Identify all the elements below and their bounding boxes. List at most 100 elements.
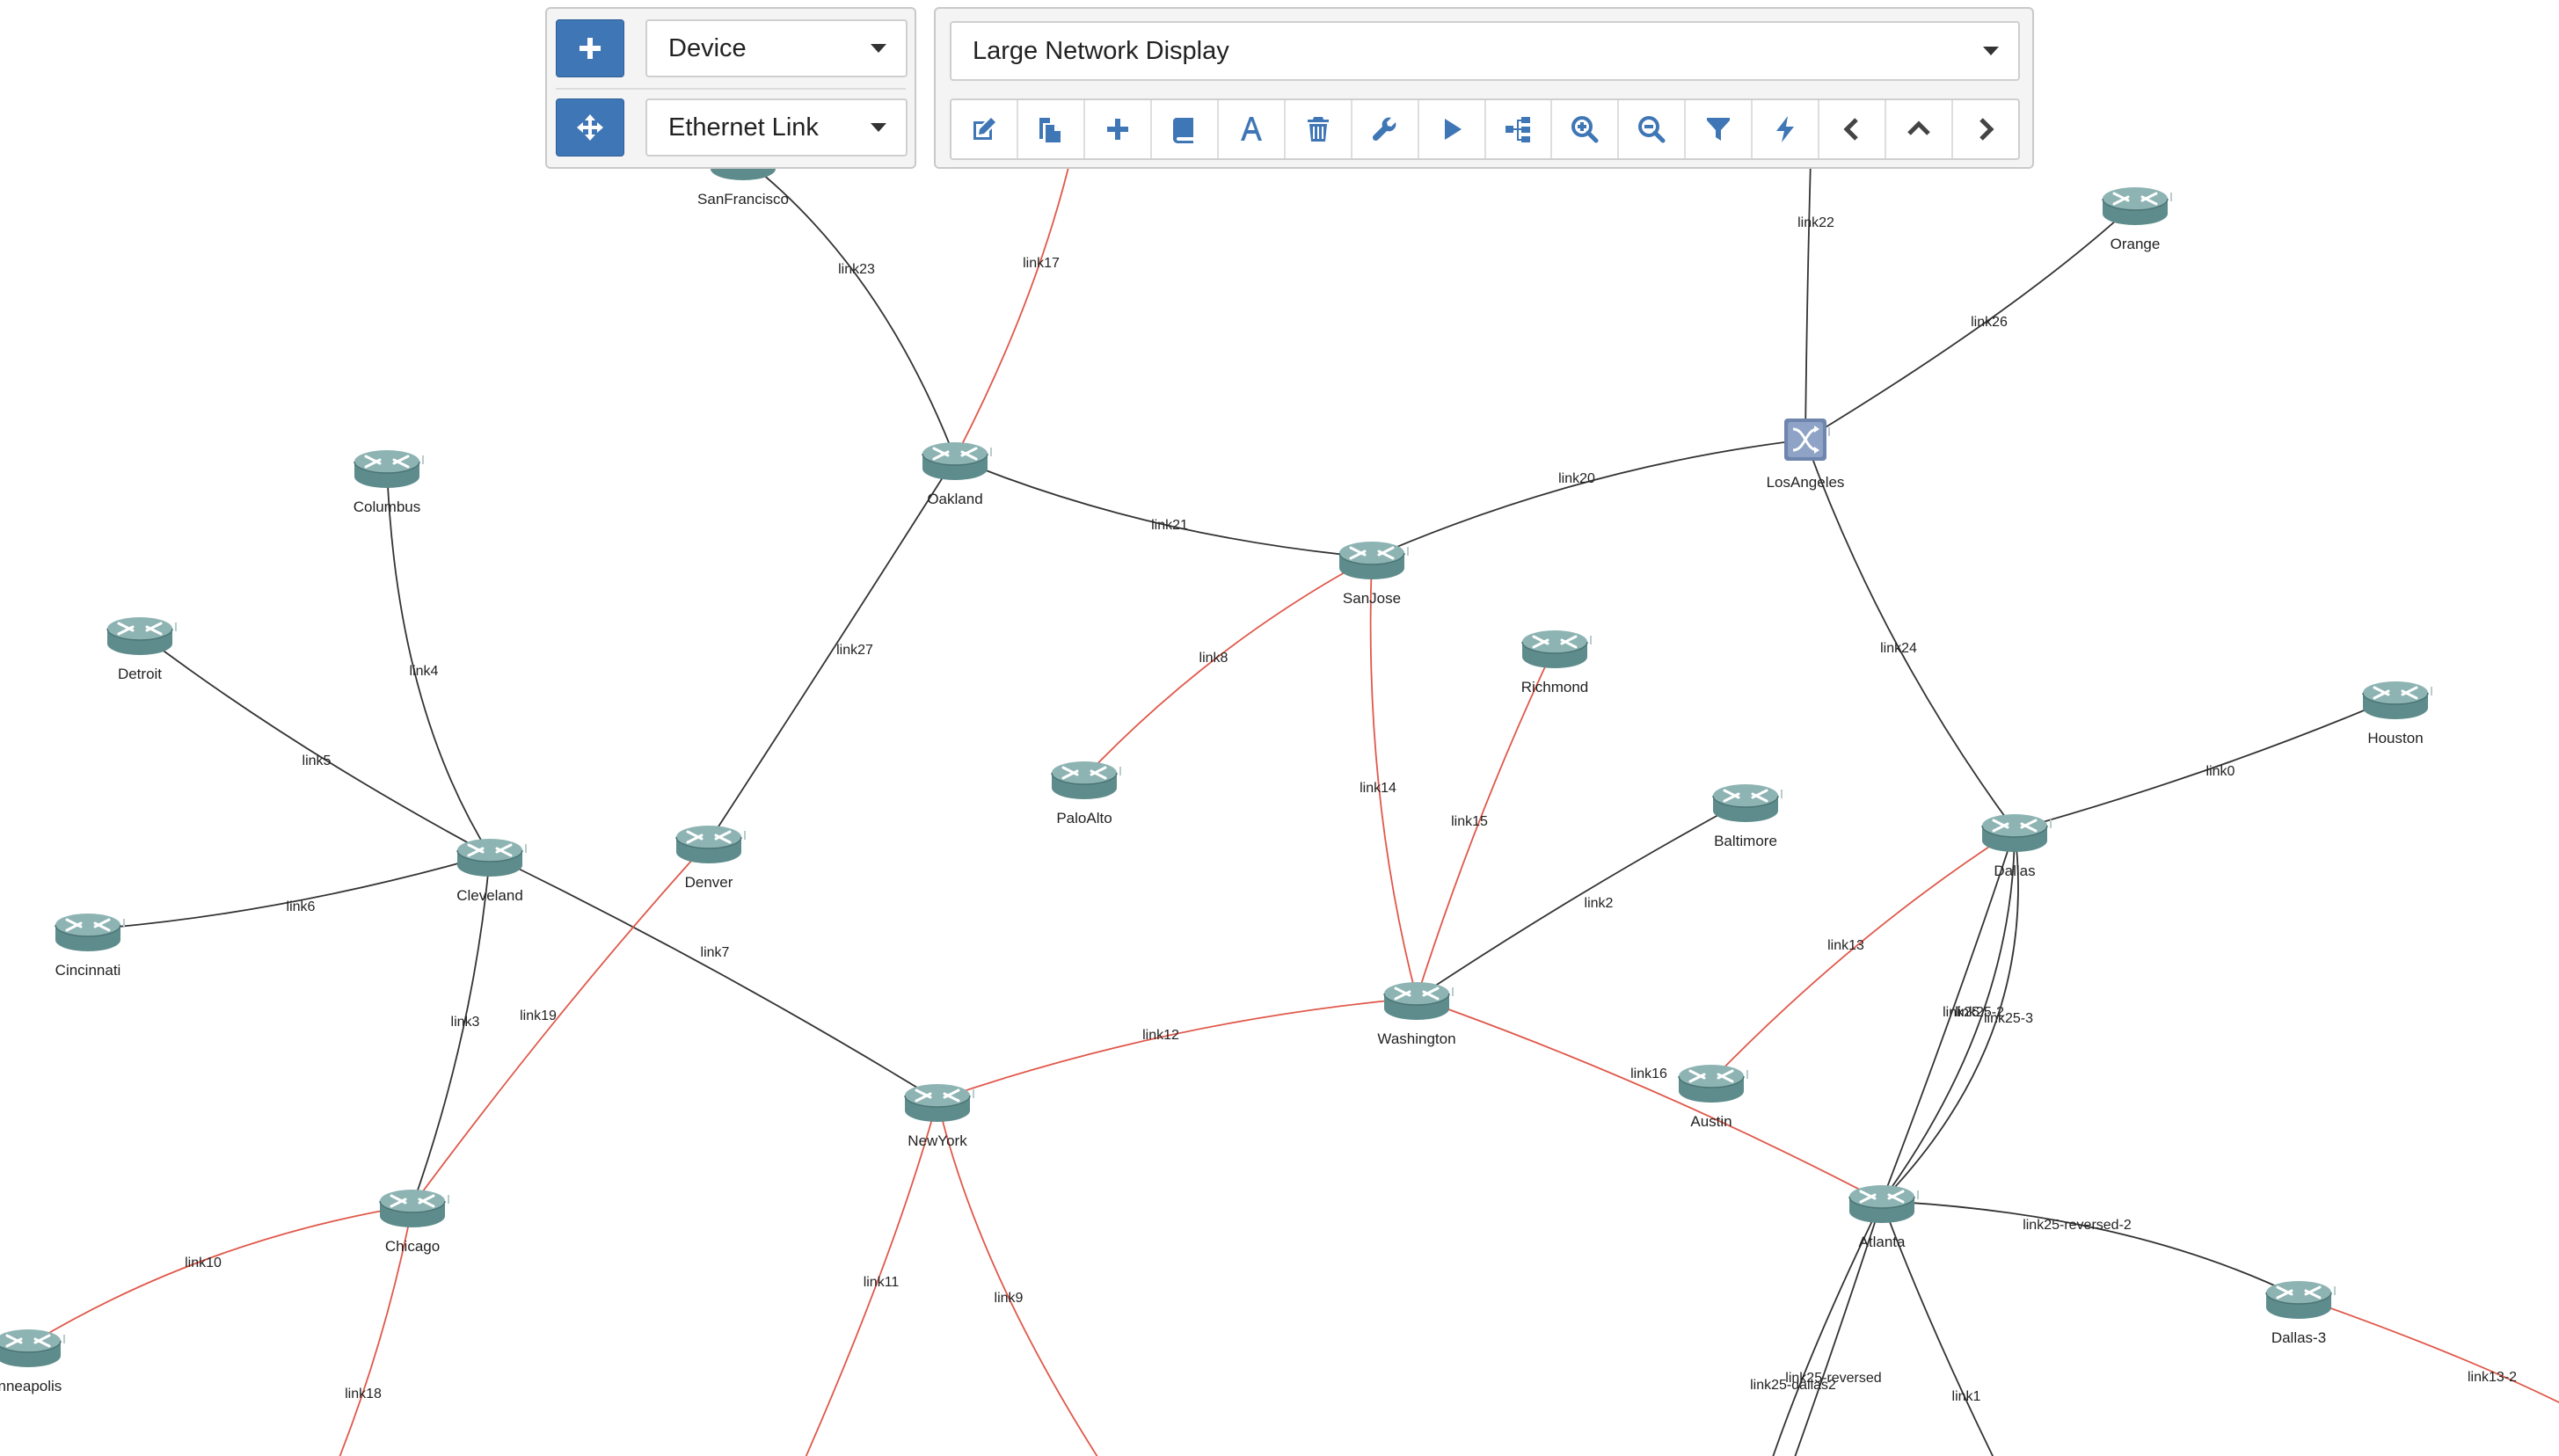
link-link12[interactable]: [937, 997, 1418, 1101]
node-Austin[interactable]: Austin: [1678, 1065, 1748, 1130]
link-link2[interactable]: [1416, 799, 1746, 999]
node-label: Dallas-3: [2271, 1329, 2326, 1346]
trash-icon: [1307, 117, 1329, 142]
link-label: link6: [287, 899, 316, 914]
link-link16[interactable]: [1416, 997, 1883, 1202]
node-Oakland[interactable]: Oakland: [922, 442, 992, 507]
node-Richmond[interactable]: Richmond: [1521, 630, 1592, 695]
node-label: Cincinnati: [55, 962, 121, 979]
link-link13-2[interactable]: [2298, 1296, 2559, 1407]
filter-button[interactable]: [1686, 100, 1753, 158]
nodes-layer: SanFrancisco Oakland SanJose LosAngeles Oran…: [0, 142, 2432, 1394]
node-Columbus[interactable]: Columbus: [354, 450, 424, 515]
router-icon: [1712, 784, 1783, 822]
device-type-select[interactable]: Device: [645, 19, 908, 77]
text-button[interactable]: [1219, 100, 1286, 158]
network-canvas[interactable]: link23 link17 link22 link26 link21 link20 link…: [0, 0, 2559, 1456]
link-link24[interactable]: [1804, 439, 2016, 831]
node-Cincinnati[interactable]: Cincinnati: [55, 914, 125, 979]
node-Atlanta[interactable]: Atlanta: [1848, 1185, 1919, 1250]
link-link21[interactable]: [954, 457, 1373, 558]
node-LosAngeles[interactable]: LosAngeles: [1767, 419, 1845, 491]
copy-button[interactable]: [1018, 100, 1085, 158]
node-Orange[interactable]: Orange: [2102, 187, 2172, 252]
link-label: link2: [1585, 896, 1614, 911]
zoom-in-button[interactable]: [1552, 100, 1620, 158]
link-link25-reversed-2[interactable]: [1881, 1200, 2300, 1298]
link-link0[interactable]: [2014, 696, 2396, 831]
link-label: link25-3: [1984, 1011, 2033, 1026]
zoom-out-button[interactable]: [1619, 100, 1687, 158]
device-tools-panel: Device Ethernet Link: [545, 7, 916, 169]
link-label: link4: [410, 664, 439, 679]
up-button[interactable]: [1886, 100, 1954, 158]
node-Dallas[interactable]: Dallas: [1981, 814, 2052, 879]
node-label: Orange: [2111, 236, 2161, 252]
node-Minneapolis[interactable]: inneapolis: [0, 1329, 65, 1394]
link-link7[interactable]: [489, 854, 938, 1101]
link-link8[interactable]: [1083, 557, 1373, 778]
view-select[interactable]: Large Network Display: [950, 21, 2020, 81]
bolt-icon: [1776, 116, 1795, 142]
link-link6[interactable]: [87, 854, 491, 930]
link-link10[interactable]: [27, 1205, 413, 1346]
link-label: link13-2: [2468, 1370, 2517, 1385]
link-link14[interactable]: [1369, 557, 1418, 999]
link-label: link14: [1360, 781, 1396, 796]
move-arrows-icon: [577, 114, 603, 141]
link-link4[interactable]: [386, 465, 491, 855]
router-icon: [675, 826, 746, 863]
node-label: Denver: [685, 874, 733, 891]
book-button[interactable]: [1152, 100, 1219, 158]
previous-button[interactable]: [1819, 100, 1887, 158]
router-icon: [55, 914, 125, 951]
router-icon: [1338, 542, 1409, 579]
link-label: link23: [838, 262, 875, 277]
link-type-select[interactable]: Ethernet Link: [645, 98, 908, 157]
node-label: PaloAlto: [1056, 810, 1112, 826]
node-Cleveland[interactable]: Cleveland: [456, 839, 527, 904]
run-button[interactable]: [1419, 100, 1486, 158]
filter-icon: [1707, 118, 1731, 141]
chevron-left-icon: [1843, 118, 1858, 141]
node-Denver[interactable]: Denver: [675, 826, 746, 891]
link-label: link19: [520, 1008, 557, 1023]
add-device-button[interactable]: [556, 19, 624, 77]
tree-button[interactable]: [1486, 100, 1553, 158]
link-link17[interactable]: [954, 149, 1074, 459]
node-label: Washington: [1377, 1030, 1455, 1047]
router-icon: [1678, 1065, 1748, 1103]
link-link13[interactable]: [1710, 829, 2016, 1081]
link-link20[interactable]: [1371, 439, 1806, 558]
node-label: Atlanta: [1859, 1234, 1906, 1250]
add-button[interactable]: [1085, 100, 1152, 158]
link-label: link5: [303, 753, 332, 768]
power-button[interactable]: [1753, 100, 1820, 158]
edit-icon: [973, 118, 995, 140]
node-label: SanFrancisco: [697, 191, 789, 207]
router-icon: [2102, 187, 2172, 225]
node-Baltimore[interactable]: Baltimore: [1712, 784, 1783, 849]
next-button[interactable]: [1953, 100, 2018, 158]
node-PaloAlto[interactable]: PaloAlto: [1051, 761, 1121, 826]
node-label: Baltimore: [1714, 833, 1777, 849]
move-button[interactable]: [556, 98, 624, 157]
node-Dallas-3[interactable]: Dallas-3: [2265, 1281, 2336, 1346]
delete-button[interactable]: [1286, 100, 1352, 158]
settings-button[interactable]: [1352, 100, 1419, 158]
router-icon: [1521, 630, 1592, 668]
link-label: link26: [1971, 315, 2008, 330]
link-link9[interactable]: [937, 1099, 1099, 1456]
node-Detroit[interactable]: Detroit: [106, 617, 177, 682]
router-icon: [0, 1329, 65, 1367]
link-label: link7: [701, 945, 730, 960]
node-Chicago[interactable]: Chicago: [379, 1190, 449, 1255]
node-NewYork[interactable]: NewYork: [904, 1084, 974, 1149]
node-Houston[interactable]: Houston: [2362, 681, 2432, 746]
switch-icon: [1784, 419, 1830, 461]
link-link27[interactable]: [708, 457, 956, 842]
node-SanJose[interactable]: SanJose: [1338, 542, 1409, 607]
node-Washington[interactable]: Washington: [1377, 982, 1456, 1047]
edit-button[interactable]: [951, 100, 1018, 158]
wrench-icon: [1372, 117, 1396, 142]
